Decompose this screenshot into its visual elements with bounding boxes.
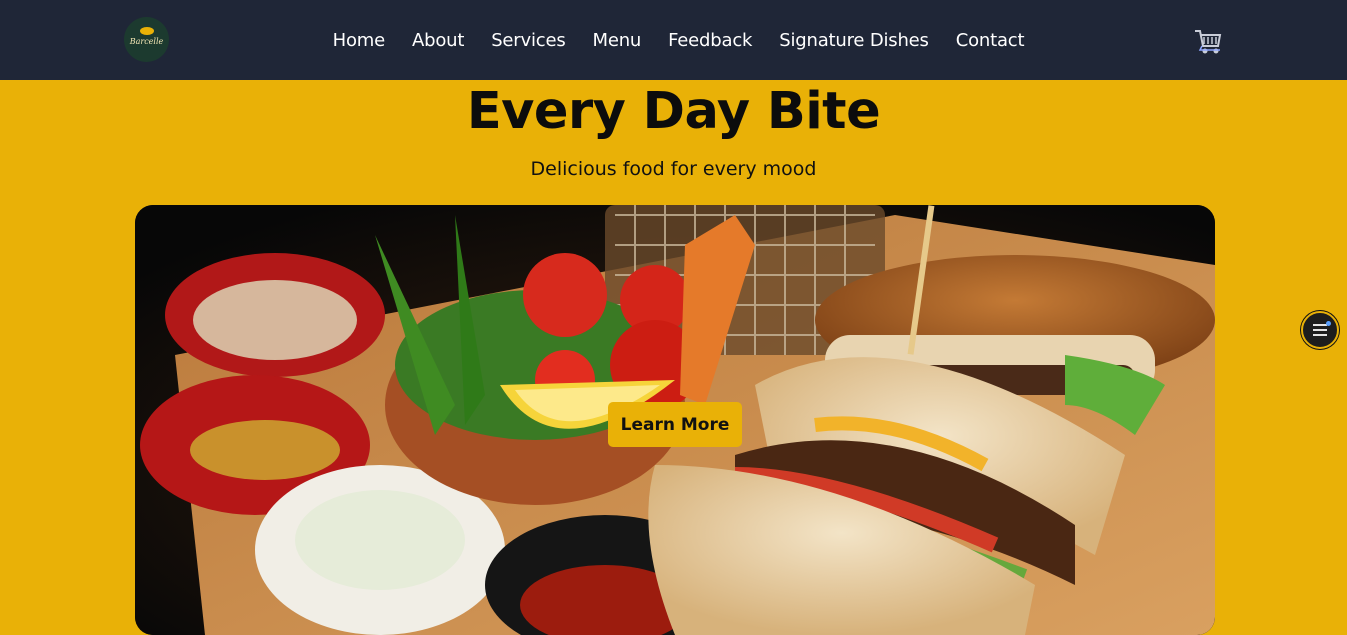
nav-item-menu[interactable]: Menu	[593, 30, 642, 51]
nav-item-services[interactable]: Services	[491, 30, 566, 51]
hero-title: Every Day Bite	[466, 82, 881, 141]
nav-item-signature-dishes[interactable]: Signature Dishes	[779, 30, 929, 51]
nav-item-about[interactable]: About	[412, 30, 464, 51]
nav-item-contact[interactable]: Contact	[956, 30, 1025, 51]
nav-item-home[interactable]: Home	[333, 30, 386, 51]
learn-more-button[interactable]: Learn More	[608, 402, 742, 447]
nav-item-feedback[interactable]: Feedback	[668, 30, 752, 51]
notification-dot	[1326, 321, 1331, 326]
hero-subtitle: Delicious food for every mood	[530, 158, 817, 180]
shopping-cart-icon[interactable]	[1193, 28, 1223, 56]
navbar: Barcelle Home About Services Menu Feedba…	[0, 0, 1347, 80]
main-nav: Home About Services Menu Feedback Signat…	[0, 0, 1347, 80]
floating-menu-button[interactable]	[1301, 311, 1339, 349]
